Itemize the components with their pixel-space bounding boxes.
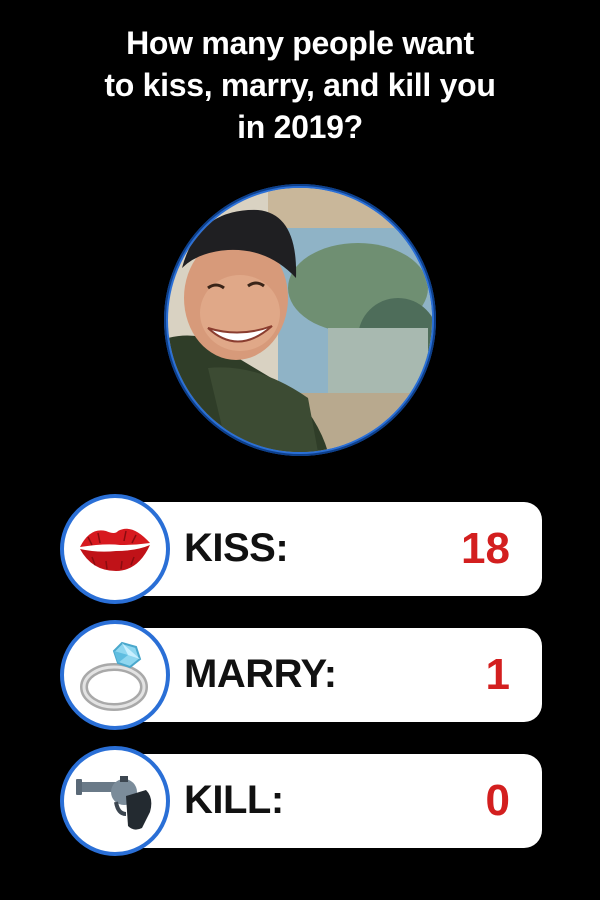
- kill-count: 0: [485, 776, 510, 825]
- marry-count: 1: [485, 650, 510, 699]
- question-line-2: to kiss, marry, and kill you: [104, 67, 496, 103]
- kill-label: KILL:: [184, 778, 284, 822]
- profile-photo-frame: [164, 184, 436, 456]
- kiss-label: KISS:: [184, 526, 289, 570]
- profile-photo-image: [168, 188, 432, 452]
- marry-label: MARRY:: [184, 652, 337, 696]
- result-card-kill: [116, 754, 542, 848]
- kiss-badge: [60, 494, 170, 604]
- question-title: How many people want to kiss, marry, and…: [40, 22, 560, 148]
- profile-photo: [168, 188, 432, 452]
- ring-icon: [80, 641, 148, 711]
- kiss-lips-icon: [80, 528, 150, 571]
- kill-badge: [60, 746, 170, 856]
- result-row-kill: KILL: 0: [60, 746, 542, 856]
- kiss-count: 18: [461, 524, 510, 573]
- result-row-kiss: KISS: 18: [60, 494, 542, 604]
- question-line-1: How many people want: [126, 25, 474, 61]
- marry-badge: [60, 620, 170, 730]
- pistol-icon: [76, 776, 152, 830]
- result-row-marry: MARRY: 1: [60, 620, 542, 730]
- question-line-3: in 2019?: [237, 109, 363, 145]
